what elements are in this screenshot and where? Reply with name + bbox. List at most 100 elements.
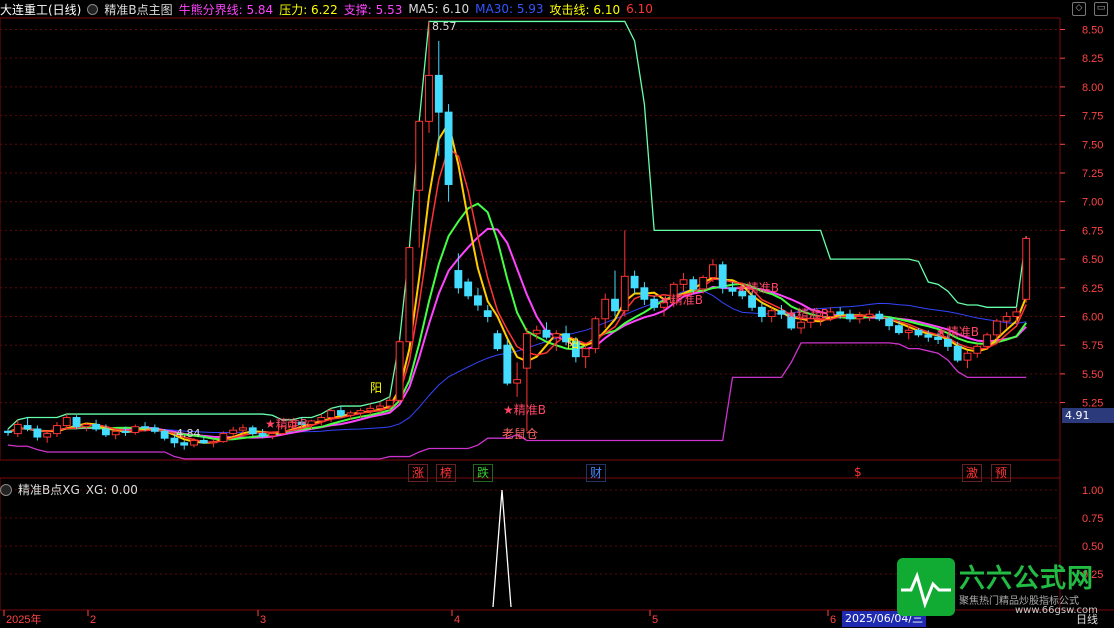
candle-body — [503, 344, 512, 384]
event-badge-bang[interactable]: 榜 — [436, 464, 457, 482]
indicator-item-4: MA30: 5.93 — [475, 2, 544, 16]
price-tick-label: 7.25 — [1082, 168, 1103, 180]
indicator-item-1: 压力: 6.22 — [279, 2, 338, 17]
candle-body — [405, 247, 414, 343]
candle-body — [62, 417, 71, 427]
ma5-line — [7, 146, 1027, 444]
candle-body — [620, 275, 629, 312]
current-price-tag: 4.91 — [1062, 408, 1114, 423]
chart-canvas[interactable]: 8.50 8.25 8.00 7.75 7.50 7.25 7.00 6.75 6.50 6.25… — [0, 0, 1114, 628]
candle-body — [963, 352, 972, 361]
candle-body — [33, 428, 42, 438]
price-tick-label: 8.25 — [1082, 53, 1103, 65]
watermark-url: www.66gsw.com — [1015, 605, 1098, 616]
candle-body — [92, 423, 101, 430]
candle-body — [53, 425, 61, 435]
event-badge-zhang[interactable]: 涨 — [408, 464, 429, 482]
candle-body — [797, 321, 805, 329]
price-tick-label: 6.75 — [1082, 225, 1103, 237]
candle-body — [121, 430, 130, 433]
price-tick-label: 8.00 — [1082, 82, 1103, 94]
candle-body — [875, 313, 884, 320]
candle-body — [366, 407, 375, 412]
candle-body — [464, 281, 473, 297]
candle-body — [474, 295, 482, 306]
sub-tick-label: 0.50 — [1082, 541, 1103, 553]
candle-body — [699, 276, 708, 290]
candle-body — [111, 430, 120, 436]
candle-body — [415, 120, 424, 191]
candle-body — [679, 279, 688, 285]
candle-body — [630, 275, 639, 289]
main-panel-frame — [0, 17, 1061, 461]
candle-body — [601, 298, 610, 320]
sub-panel-header: 精准B点XG XG: 0.00 — [0, 481, 138, 498]
yang-label: 阳 — [370, 381, 382, 395]
time-tick-label: 3 — [260, 614, 266, 626]
candle-body — [924, 334, 933, 338]
buy-point-label: ★精准B — [503, 403, 546, 417]
candle-body — [72, 417, 81, 428]
candle-body — [327, 410, 336, 419]
buy-point-label: ★精准B — [736, 281, 779, 295]
diamond-icon[interactable]: ◇ — [1072, 2, 1086, 16]
event-badge-ji[interactable]: 激 — [962, 464, 983, 482]
peak-price-label: 8.57 — [432, 20, 457, 33]
stock-title[interactable]: 大连重工(日线) — [0, 1, 81, 18]
sub-indicator-dot[interactable] — [0, 483, 12, 496]
sub-panel-title[interactable]: 精准B点XG — [18, 481, 80, 498]
indicator-item-0: 牛熊分界线: 5.84 — [178, 2, 274, 17]
price-tick-label: 6.00 — [1082, 311, 1103, 323]
watermark-logo: 六六公式网 聚焦热门精品炒股指标公式 www.66gsw.com — [895, 556, 1114, 618]
watermark-brand: 六六公式网 — [959, 564, 1095, 594]
sub-tick-label: 1.00 — [1082, 485, 1103, 497]
candle-body — [483, 310, 492, 317]
candle-body — [581, 348, 590, 358]
candle-body — [219, 433, 228, 443]
candle-body — [777, 310, 786, 315]
candle-body — [199, 439, 208, 444]
candle-body — [229, 429, 238, 435]
buy-point-label: ★精准B — [265, 417, 308, 431]
candle-body — [611, 298, 619, 312]
candle-body — [1002, 315, 1011, 322]
candle-body — [385, 399, 394, 407]
candlestick-chart-area[interactable]: 8.50 8.25 8.00 7.75 7.50 7.25 7.00 6.75 6.50 6.25… — [0, 0, 1114, 628]
candle-body — [258, 433, 267, 437]
event-badge-yu[interactable]: 预 — [991, 464, 1012, 482]
time-tick-label: 5 — [652, 614, 658, 626]
price-tick-label: 7.75 — [1082, 111, 1103, 123]
candle-body — [513, 379, 522, 384]
candle-body — [160, 430, 169, 439]
time-tick-label: 6 — [830, 614, 836, 626]
price-tick-label: 8.50 — [1082, 24, 1103, 36]
candle-body — [689, 279, 698, 290]
candle-body — [983, 334, 991, 347]
candle-body — [767, 310, 776, 317]
event-badge-dollar[interactable]: $ — [851, 464, 865, 480]
candle-body — [542, 329, 551, 338]
candle-body — [1012, 311, 1021, 317]
candle-body — [101, 428, 110, 436]
candle-body — [885, 318, 894, 327]
candle-body — [190, 439, 198, 446]
buy-point-label: ★精准B — [786, 307, 829, 321]
logo-badge — [897, 558, 955, 616]
candle-body — [865, 313, 874, 317]
candle-body — [43, 433, 52, 438]
price-tick-label: 6.50 — [1082, 254, 1103, 266]
indicator-dot[interactable] — [87, 3, 99, 15]
event-badge-die[interactable]: 跌 — [473, 464, 494, 482]
time-tick-label: 4 — [454, 614, 460, 626]
candle-body — [522, 333, 531, 369]
candle-body — [209, 441, 218, 444]
indicator-name[interactable]: 精准B点主图 — [104, 1, 172, 18]
sub-tick-label: 0.75 — [1082, 513, 1103, 525]
candle-body — [336, 410, 345, 416]
scroll-icon[interactable]: ▭ — [1094, 2, 1108, 16]
candle-body — [434, 74, 443, 113]
time-tick-label: 2 — [90, 614, 96, 626]
indicator-item-2: 支撑: 5.53 — [343, 2, 403, 17]
support-line — [7, 342, 1027, 460]
event-badge-cai[interactable]: 财 — [586, 464, 607, 482]
